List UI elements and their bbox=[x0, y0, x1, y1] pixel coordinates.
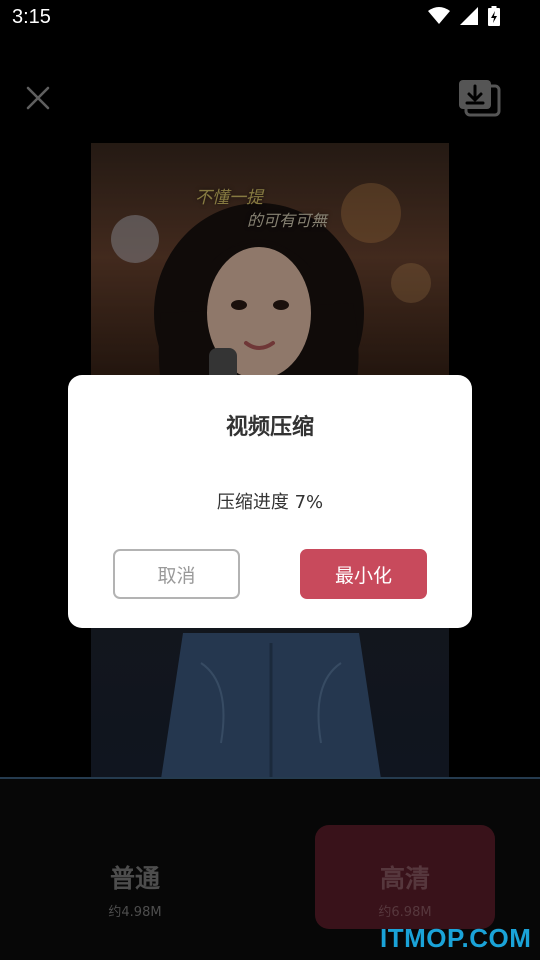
cancel-button[interactable]: 取消 bbox=[113, 549, 240, 599]
status-time: 3:15 bbox=[12, 6, 51, 28]
wifi-icon bbox=[428, 7, 450, 24]
minimize-button[interactable]: 最小化 bbox=[300, 549, 427, 599]
compression-progress-text: 压缩进度 7% bbox=[216, 492, 324, 513]
watermark: ITMOP.COM bbox=[380, 923, 532, 953]
cell-signal-icon bbox=[460, 7, 478, 25]
battery-charging-icon bbox=[488, 6, 500, 26]
dialog-title: 视频压缩 bbox=[225, 415, 314, 440]
status-bar: 3:15 bbox=[0, 0, 540, 36]
status-icons bbox=[428, 6, 500, 26]
compression-dialog: 视频压缩 压缩进度 7% 取消 最小化 bbox=[68, 375, 472, 628]
